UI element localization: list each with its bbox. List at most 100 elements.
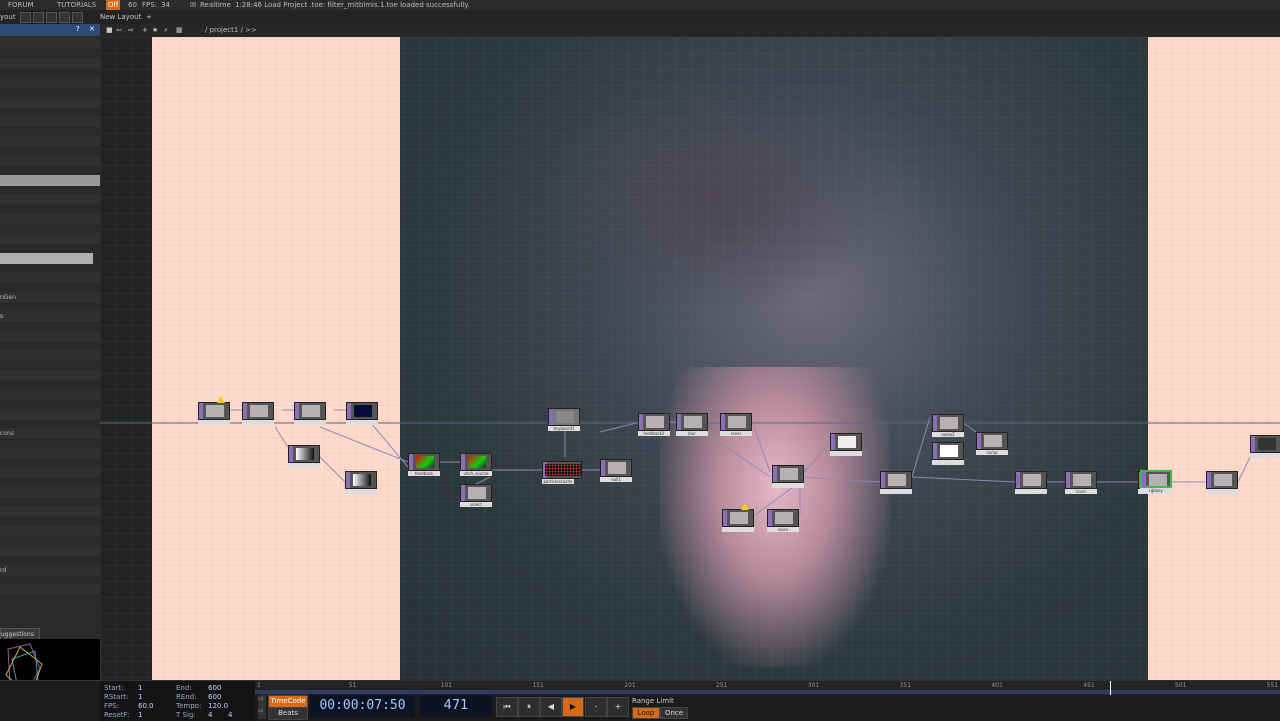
operator-node[interactable]: blur	[676, 413, 708, 436]
operator-node[interactable]: comp	[976, 432, 1008, 455]
node-flag[interactable]	[243, 403, 247, 419]
operator-node[interactable]	[722, 503, 754, 532]
operator-node[interactable]: particlescache	[542, 461, 582, 484]
node-flag[interactable]	[549, 409, 553, 425]
palette-item[interactable]	[0, 58, 100, 70]
palette-item[interactable]	[0, 487, 100, 499]
node-flag[interactable]	[933, 443, 937, 459]
node-flag[interactable]	[601, 460, 605, 476]
palette-item[interactable]	[0, 526, 100, 538]
play-button[interactable]: ▶	[562, 697, 584, 717]
palette-item[interactable]	[0, 448, 100, 460]
palette-item[interactable]	[0, 214, 100, 226]
back-icon[interactable]: ⇦	[116, 24, 122, 37]
node-flag[interactable]	[773, 466, 777, 482]
operator-node[interactable]	[198, 396, 230, 425]
node-flag[interactable]	[461, 485, 465, 501]
operator-node[interactable]: feedback2	[638, 413, 670, 436]
end-value[interactable]: 600	[208, 684, 221, 692]
palette-item[interactable]	[0, 370, 100, 382]
tempo-value[interactable]: 120.0	[208, 702, 228, 710]
operator-node[interactable]	[1206, 471, 1238, 494]
operator-node[interactable]	[880, 471, 912, 494]
node-flag[interactable]	[1016, 472, 1020, 488]
step-minus-button[interactable]: -	[585, 697, 607, 717]
palette-item[interactable]	[0, 97, 100, 109]
star-icon[interactable]: ★	[152, 24, 158, 37]
operator-node[interactable]	[772, 465, 804, 488]
square-icon[interactable]: ■	[106, 24, 113, 37]
node-flag[interactable]	[723, 510, 727, 526]
node-flag[interactable]	[639, 414, 643, 430]
node-flag[interactable]	[461, 454, 465, 470]
palette-item[interactable]	[0, 77, 100, 89]
node-flag[interactable]	[933, 415, 937, 431]
forward-icon[interactable]: ⇨	[128, 24, 134, 37]
lock-icon[interactable]: ▭	[258, 695, 264, 702]
node-flag[interactable]	[1142, 472, 1146, 488]
timeline-range-bar[interactable]	[255, 690, 1280, 694]
operator-node[interactable]	[1250, 435, 1280, 458]
tsig-denominator[interactable]: 4	[228, 711, 232, 719]
node-flag[interactable]	[977, 433, 981, 449]
operator-node[interactable]	[288, 445, 320, 468]
network-path[interactable]: / project1 / >>	[205, 24, 257, 37]
forum-menu[interactable]: FORUM	[8, 0, 34, 10]
operator-node[interactable]: null1	[600, 459, 632, 482]
once-button[interactable]: Once	[660, 707, 688, 719]
network-editor[interactable]: feedback ultrA_source select particlescache…	[100, 37, 1280, 680]
node-flag[interactable]	[768, 510, 772, 526]
resetf-value[interactable]: 1	[138, 711, 142, 719]
node-flag[interactable]	[721, 414, 725, 430]
palette-item[interactable]	[0, 116, 100, 128]
operator-node[interactable]: level	[720, 413, 752, 436]
palette-item[interactable]: s	[0, 311, 100, 323]
off-toggle[interactable]: Off	[106, 0, 121, 10]
palette-item[interactable]	[0, 389, 100, 401]
new-layout-tab[interactable]: New Layout	[100, 10, 141, 24]
operator-node[interactable]: keyboard1	[548, 408, 580, 431]
palette-item[interactable]	[0, 175, 100, 187]
step-plus-button[interactable]: +	[607, 697, 629, 717]
search-icon[interactable]: ⌕	[164, 24, 168, 37]
tsig-numerator[interactable]: 4	[208, 711, 212, 719]
rend-value[interactable]: 600	[208, 693, 221, 701]
palette-item[interactable]	[0, 506, 100, 518]
operator-node[interactable]: level	[1065, 471, 1097, 494]
layout-btn-2[interactable]	[33, 12, 44, 23]
node-flag[interactable]	[1066, 472, 1070, 488]
rstart-value[interactable]: 1	[138, 693, 142, 701]
operator-node[interactable]	[830, 433, 862, 456]
palette-item[interactable]	[0, 467, 100, 479]
layout-btn-3[interactable]	[46, 12, 57, 23]
palette-item[interactable]	[0, 409, 100, 421]
operator-node[interactable]: rgbkey	[1140, 470, 1172, 493]
tutorials-menu[interactable]: TUTORIALS	[57, 0, 96, 10]
node-flag[interactable]	[346, 472, 350, 488]
operator-node[interactable]: noise	[767, 509, 799, 532]
node-flag[interactable]	[1207, 472, 1211, 488]
fps-bottom-value[interactable]: 60.0	[138, 702, 154, 710]
warning-icon[interactable]	[217, 396, 225, 403]
layout-btn-5[interactable]	[72, 12, 83, 23]
node-flag[interactable]	[409, 454, 413, 470]
operator-node[interactable]: select	[460, 484, 492, 507]
palette-item[interactable]: rd	[0, 565, 100, 577]
help-icon[interactable]: ?	[76, 25, 80, 33]
add-layout-button[interactable]: +	[146, 10, 152, 24]
add-icon[interactable]: +	[142, 24, 148, 37]
fps-cap[interactable]: 60	[128, 0, 137, 10]
node-flag[interactable]	[831, 434, 835, 450]
loop-button[interactable]: Loop	[632, 707, 660, 719]
frame-display[interactable]: 471	[420, 695, 492, 717]
node-flag[interactable]	[677, 414, 681, 430]
node-flag[interactable]	[347, 403, 351, 419]
palette-item[interactable]	[0, 194, 100, 206]
warning-icon[interactable]	[741, 503, 749, 510]
palette-item[interactable]	[0, 155, 100, 167]
operator-node[interactable]	[242, 402, 274, 425]
pause-button[interactable]: ⏸	[518, 697, 540, 717]
grid-icon[interactable]: ▦	[176, 24, 183, 37]
palette-item[interactable]	[0, 545, 100, 557]
operator-node[interactable]	[932, 442, 964, 465]
